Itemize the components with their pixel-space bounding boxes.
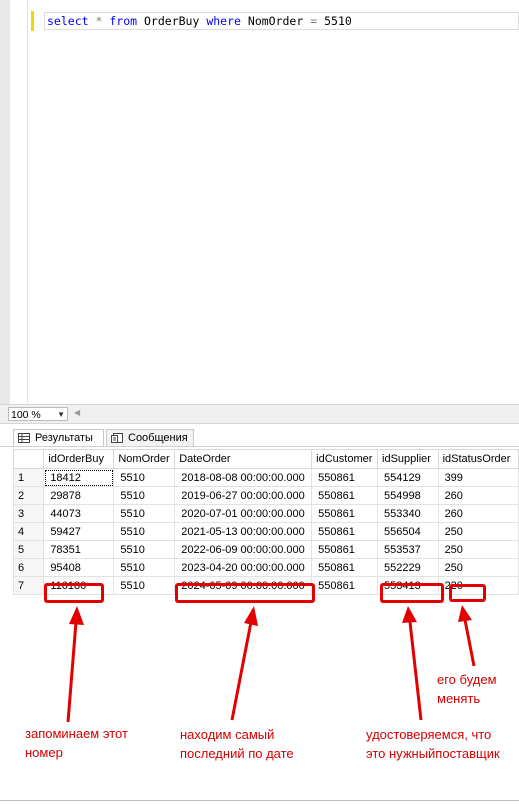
note-line: его будем [437, 672, 497, 687]
note-remember-number: запоминаем этот номер [25, 724, 128, 762]
arrow-head-2 [244, 606, 258, 626]
arrow-line-3 [408, 621, 423, 721]
note-find-latest: находим самый последний по дате [180, 725, 294, 763]
note-will-change: его будем менять [437, 670, 497, 708]
arrow-line-2 [230, 621, 253, 721]
note-line: номер [25, 745, 63, 760]
note-line: удостоверяемся, что [366, 727, 492, 742]
note-line: находим самый [180, 727, 275, 742]
arrow-head-3 [402, 606, 417, 623]
arrow-head-1 [69, 606, 84, 625]
note-verify-supplier: удостоверяемся, что это нужныйпоставщик [366, 725, 500, 763]
arrow-line-4 [463, 619, 476, 667]
note-line: последний по дате [180, 746, 294, 761]
note-line: запоминаем этот [25, 726, 128, 741]
note-line: менять [437, 691, 481, 706]
arrow-head-4 [458, 605, 472, 622]
pane-bottom-border [0, 800, 519, 801]
arrow-line-1 [66, 621, 78, 723]
note-line: это нужныйпоставщик [366, 746, 500, 761]
